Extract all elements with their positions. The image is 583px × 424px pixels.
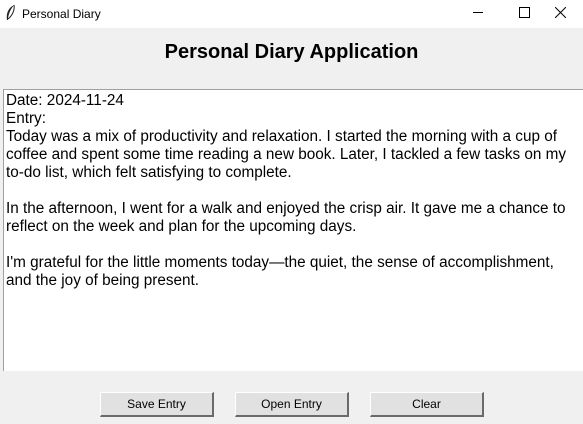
clear-button[interactable]: Clear [370,392,484,417]
entry-line: Entry: [6,110,46,127]
diary-text-area[interactable]: Date: 2024-11-24 Entry: Today was a mix … [3,89,583,371]
entry-line: to-do list, which felt satisfying to com… [6,164,292,181]
maximize-icon [519,7,530,18]
entry-line: coffee and spent some time reading a new… [6,146,567,163]
entry-line [6,182,583,200]
close-icon [555,7,566,18]
entry-line: Today was a mix of productivity and rela… [6,128,557,145]
entry-line: and the joy of being present. [6,272,200,289]
minimize-icon [473,12,483,13]
entry-line: I'm grateful for the little moments toda… [6,254,554,271]
title-bar[interactable]: Personal Diary [0,0,583,28]
save-entry-button[interactable]: Save Entry [100,392,214,417]
entry-line: reflect on the week and plan for the upc… [6,218,357,235]
window-title: Personal Diary [22,7,101,21]
close-button[interactable] [537,0,583,28]
entry-line [6,236,583,254]
entry-line: Date: 2024-11-24 [6,92,124,109]
app-window: Personal Diary Personal Diary Applicatio… [0,0,583,424]
minimize-button[interactable] [455,0,501,28]
page-title: Personal Diary Application [164,41,419,63]
feather-icon [4,4,18,22]
open-entry-button[interactable]: Open Entry [235,392,349,417]
entry-line: In the afternoon, I went for a walk and … [6,200,566,217]
